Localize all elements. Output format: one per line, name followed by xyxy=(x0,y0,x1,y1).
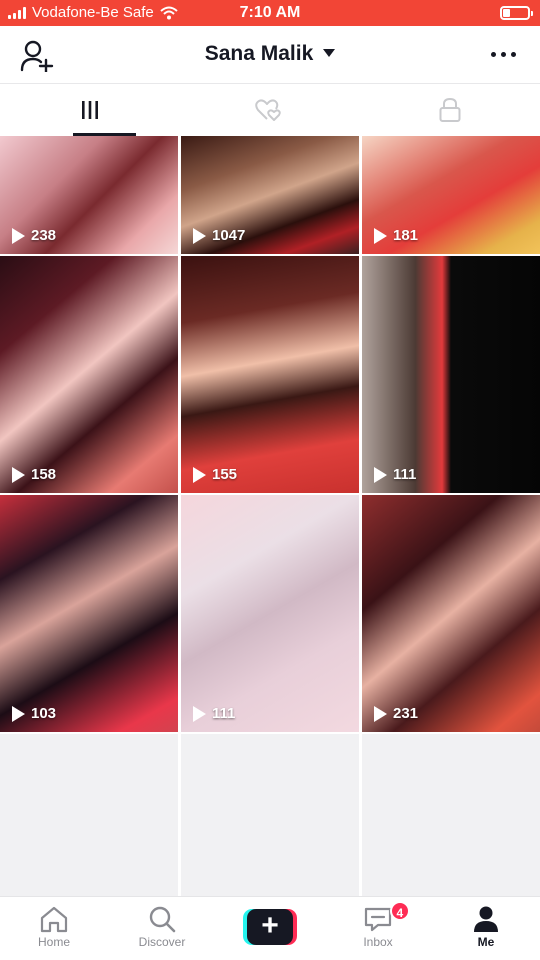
home-icon xyxy=(40,906,68,933)
status-time: 7:10 AM xyxy=(239,4,301,21)
nav-me-label: Me xyxy=(477,935,495,949)
plus-icon: + xyxy=(247,909,293,945)
tab-videos[interactable] xyxy=(0,84,180,136)
nav-inbox[interactable]: 4 Inbox xyxy=(324,897,432,960)
inbox-badge: 4 xyxy=(389,901,410,921)
more-dots-icon[interactable] xyxy=(491,52,516,57)
chevron-down-icon xyxy=(323,49,336,57)
profile-tabs xyxy=(0,84,540,136)
empty-slot xyxy=(362,734,540,896)
profile-icon xyxy=(474,906,498,932)
play-icon xyxy=(12,705,25,722)
create-video-button[interactable]: + xyxy=(243,909,297,945)
play-icon xyxy=(12,227,25,244)
video-thumbnail[interactable]: 111 xyxy=(181,495,359,732)
liked-hearts-icon xyxy=(255,99,281,121)
inbox-message-icon xyxy=(364,907,392,932)
nav-home[interactable]: Home xyxy=(0,897,108,960)
view-count: 155 xyxy=(193,466,237,483)
battery-icon xyxy=(500,6,533,20)
play-icon xyxy=(374,227,387,244)
view-count: 181 xyxy=(374,227,418,244)
video-thumbnail[interactable]: 238 xyxy=(0,136,178,254)
empty-slot xyxy=(0,734,178,896)
play-icon xyxy=(12,466,25,483)
bottom-nav: Home Discover + 4 Inbox Me xyxy=(0,896,540,960)
play-icon xyxy=(193,705,206,722)
tab-liked[interactable] xyxy=(180,84,360,136)
video-grid: 238 1047 181 158 155 111 103 111 231 xyxy=(0,136,540,896)
profile-header: Sana Malik xyxy=(0,26,540,84)
view-count: 231 xyxy=(374,705,418,722)
account-switcher[interactable]: Sana Malik xyxy=(0,42,540,66)
play-icon xyxy=(193,466,206,483)
empty-slot xyxy=(181,734,359,896)
video-thumbnail[interactable]: 181 xyxy=(362,136,540,254)
nav-home-label: Home xyxy=(37,935,70,949)
grid-bars-icon xyxy=(82,101,98,119)
view-count: 238 xyxy=(12,227,56,244)
video-thumbnail[interactable]: 155 xyxy=(181,256,359,493)
video-thumbnail[interactable]: 1047 xyxy=(181,136,359,254)
nav-me[interactable]: Me xyxy=(432,897,540,960)
video-thumbnail[interactable]: 103 xyxy=(0,495,178,732)
video-thumbnail[interactable]: 231 xyxy=(362,495,540,732)
view-count: 103 xyxy=(12,705,56,722)
nav-discover[interactable]: Discover xyxy=(108,897,216,960)
view-count: 1047 xyxy=(193,227,245,244)
page-title: Sana Malik xyxy=(204,42,314,65)
video-thumbnail[interactable]: 158 xyxy=(0,256,178,493)
play-icon xyxy=(374,705,387,722)
nav-create[interactable]: + xyxy=(216,897,324,960)
search-icon xyxy=(149,906,176,933)
video-thumbnail[interactable]: 111 xyxy=(362,256,540,493)
play-icon xyxy=(374,466,387,483)
nav-discover-label: Discover xyxy=(138,935,186,949)
view-count: 111 xyxy=(193,705,235,722)
play-icon xyxy=(193,227,206,244)
view-count: 111 xyxy=(374,466,416,483)
nav-inbox-label: Inbox xyxy=(363,935,393,949)
view-count: 158 xyxy=(12,466,56,483)
status-bar: Vodafone-Be Safe 7:10 AM xyxy=(0,0,540,26)
tab-private[interactable] xyxy=(360,84,540,136)
lock-icon xyxy=(439,97,461,122)
